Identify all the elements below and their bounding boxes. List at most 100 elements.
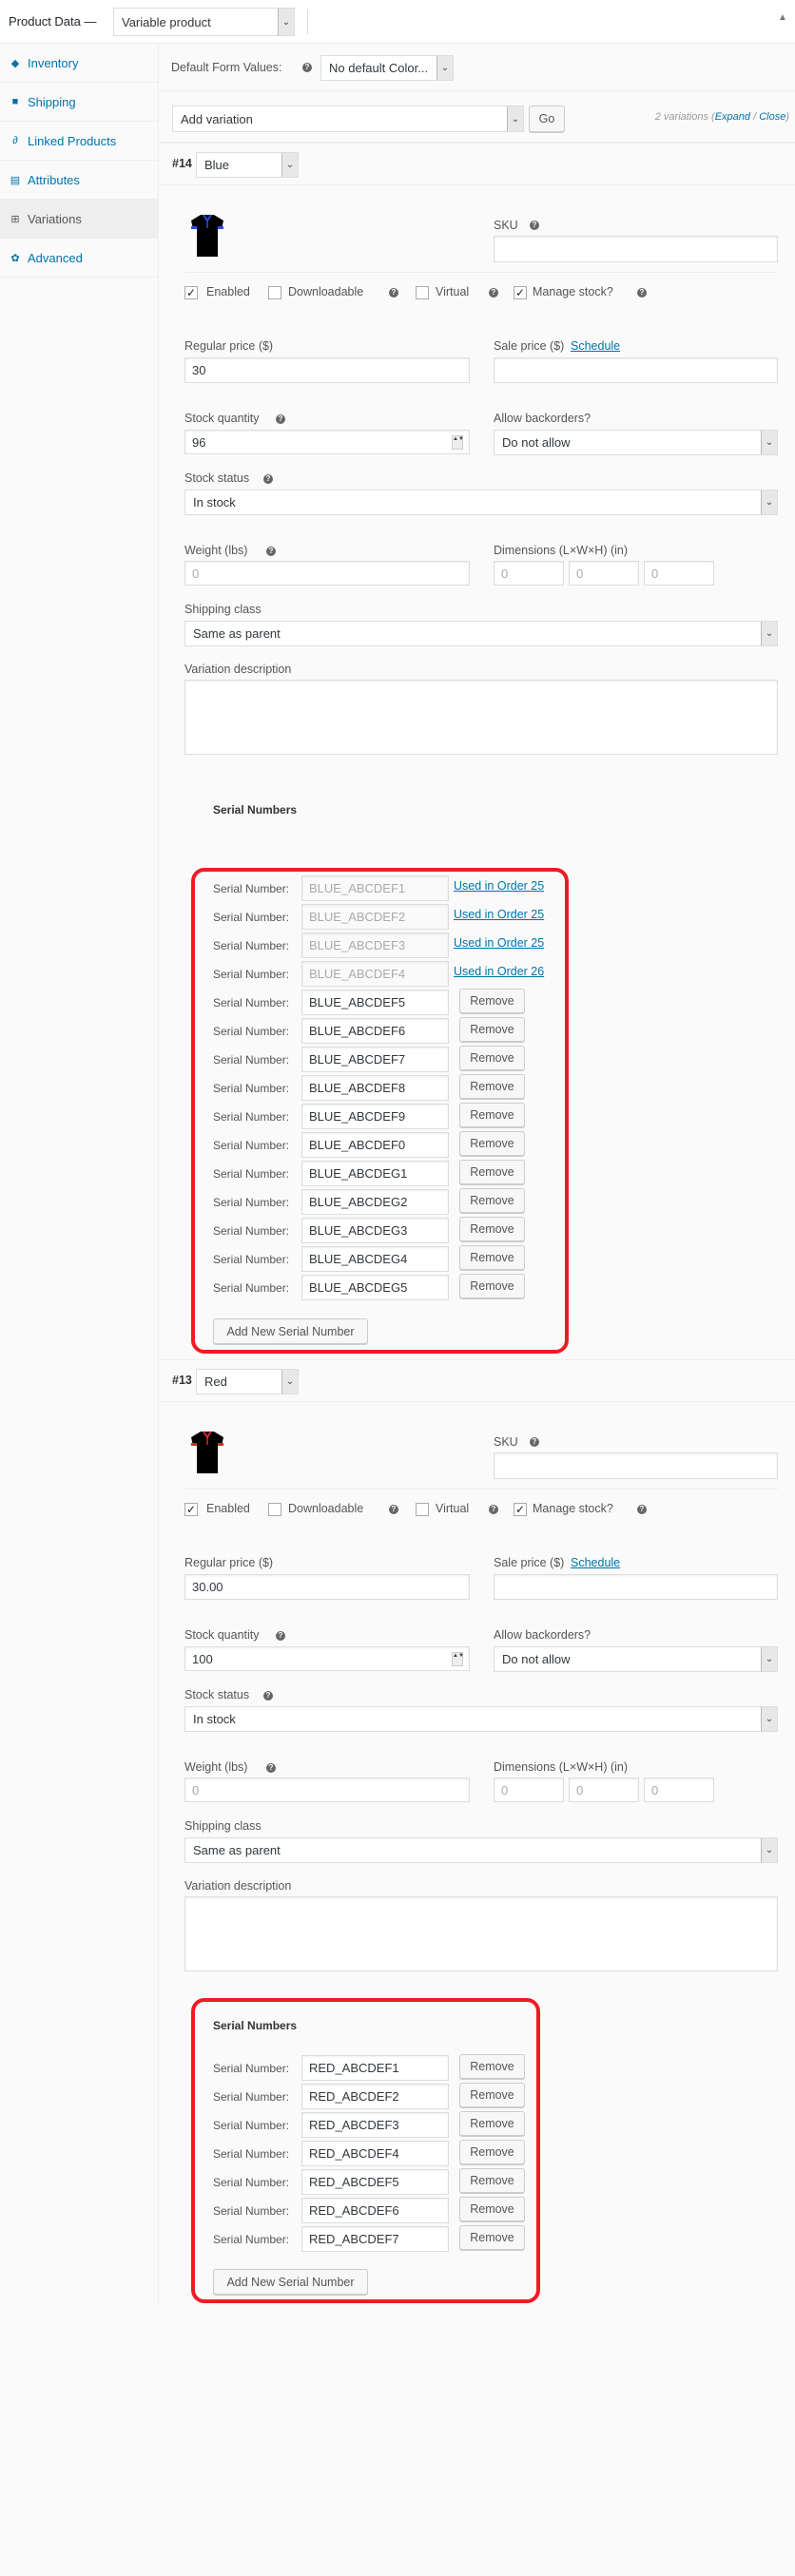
sale-price-input[interactable] [494,1574,778,1600]
used-in-order-link[interactable]: Used in Order 25 [454,936,544,950]
serial-number-input[interactable]: RED_ABCDEF5 [301,2169,449,2195]
variation-image[interactable] [188,213,226,259]
dimension-input[interactable]: 0 [569,561,639,586]
close-link[interactable]: Close [759,111,785,123]
serial-number-input[interactable]: RED_ABCDEF6 [301,2198,449,2223]
remove-serial-button[interactable]: Remove [459,1046,525,1070]
weight-input[interactable]: 0 [184,561,470,586]
schedule-link[interactable]: Schedule [571,1556,620,1569]
sale-price-input[interactable] [494,357,778,383]
enabled-checkbox[interactable]: ✓ [184,1503,198,1516]
help-icon[interactable]: ? [530,1437,539,1447]
help-icon[interactable]: ? [637,1505,647,1514]
remove-serial-button[interactable]: Remove [459,1160,525,1184]
help-icon[interactable]: ? [389,288,398,298]
help-icon[interactable]: ? [263,1691,273,1701]
used-in-order-link[interactable]: Used in Order 25 [454,879,544,893]
serial-number-input[interactable]: BLUE_ABCDEG2 [301,1189,449,1215]
sidebar-item-attributes[interactable]: ▤ Attributes [0,161,158,200]
stock-status-select[interactable]: In stock ⌄ [184,1706,778,1732]
dimension-input[interactable]: 0 [494,561,564,586]
remove-serial-button[interactable]: Remove [459,1245,525,1270]
serial-number-input[interactable]: BLUE_ABCDEF5 [301,990,449,1015]
serial-number-input[interactable]: BLUE_ABCDEF2 [301,904,449,930]
schedule-link[interactable]: Schedule [571,339,620,353]
add-variation-select[interactable]: Add variation ⌄ [172,106,524,132]
serial-number-input[interactable]: RED_ABCDEF1 [301,2055,449,2081]
enabled-checkbox[interactable]: ✓ [184,286,198,299]
help-icon[interactable]: ? [276,414,285,424]
add-new-serial-button[interactable]: Add New Serial Number [213,1318,368,1344]
variation-image[interactable] [188,1430,226,1475]
virtual-checkbox[interactable] [416,286,429,299]
serial-number-input[interactable]: BLUE_ABCDEF1 [301,875,449,901]
sku-input[interactable] [494,236,778,262]
used-in-order-link[interactable]: Used in Order 26 [454,965,544,978]
serial-number-input[interactable]: BLUE_ABCDEF6 [301,1018,449,1044]
serial-number-input[interactable]: RED_ABCDEF7 [301,2226,449,2252]
dimension-input[interactable]: 0 [569,1778,639,1802]
weight-input[interactable]: 0 [184,1778,470,1802]
remove-serial-button[interactable]: Remove [459,1131,525,1156]
help-icon[interactable]: ? [530,221,539,230]
serial-number-input[interactable]: BLUE_ABCDEF4 [301,961,449,987]
help-icon[interactable]: ? [266,547,276,556]
remove-serial-button[interactable]: Remove [459,1103,525,1127]
serial-number-input[interactable]: BLUE_ABCDEF9 [301,1104,449,1129]
sidebar-item-shipping[interactable]: ■ Shipping [0,83,158,122]
remove-serial-button[interactable]: Remove [459,2054,525,2079]
default-color-select[interactable]: No default Color... ⌄ [320,55,454,81]
sku-input[interactable] [494,1452,778,1479]
downloadable-checkbox[interactable] [268,1503,281,1516]
serial-number-input[interactable]: BLUE_ABCDEG1 [301,1161,449,1186]
manage-stock-checkbox[interactable]: ✓ [514,1503,527,1516]
regular-price-input[interactable]: 30 [184,357,470,383]
dimension-input[interactable]: 0 [644,1778,714,1802]
remove-serial-button[interactable]: Remove [459,2168,525,2193]
help-icon[interactable]: ? [276,1631,285,1641]
description-textarea[interactable] [184,1896,778,1971]
shipping-class-select[interactable]: Same as parent ⌄ [184,1837,778,1863]
virtual-checkbox[interactable] [416,1503,429,1516]
remove-serial-button[interactable]: Remove [459,2111,525,2136]
remove-serial-button[interactable]: Remove [459,1074,525,1099]
serial-number-input[interactable]: RED_ABCDEF4 [301,2141,449,2166]
backorders-select[interactable]: Do not allow ⌄ [494,430,778,455]
add-new-serial-button[interactable]: Add New Serial Number [213,2269,368,2295]
serial-number-input[interactable]: BLUE_ABCDEG4 [301,1246,449,1272]
product-type-select[interactable]: Variable product ⌄ [113,8,295,36]
remove-serial-button[interactable]: Remove [459,1217,525,1241]
variation-attribute-select[interactable]: Red ⌄ [196,1369,299,1394]
used-in-order-link[interactable]: Used in Order 25 [454,908,544,921]
sidebar-item-variations[interactable]: ⊞ Variations [0,200,158,239]
remove-serial-button[interactable]: Remove [459,2225,525,2250]
expand-link[interactable]: Expand [715,111,750,123]
dimension-input[interactable]: 0 [644,561,714,586]
go-button[interactable]: Go [529,106,565,132]
help-icon[interactable]: ? [489,1505,498,1514]
serial-number-input[interactable]: BLUE_ABCDEF8 [301,1075,449,1101]
shipping-class-select[interactable]: Same as parent ⌄ [184,621,778,646]
help-icon[interactable]: ? [302,63,312,72]
spinner-icon[interactable]: ▲▼ [452,435,464,450]
description-textarea[interactable] [184,680,778,755]
serial-number-input[interactable]: BLUE_ABCDEF3 [301,932,449,958]
regular-price-input[interactable]: 30.00 [184,1574,470,1600]
help-icon[interactable]: ? [489,288,498,298]
help-icon[interactable]: ? [389,1505,398,1514]
manage-stock-checkbox[interactable]: ✓ [514,286,527,299]
remove-serial-button[interactable]: Remove [459,2197,525,2221]
remove-serial-button[interactable]: Remove [459,2140,525,2164]
remove-serial-button[interactable]: Remove [459,2083,525,2107]
sidebar-item-inventory[interactable]: ◆ Inventory [0,44,158,83]
stock-quantity-input[interactable]: 100 ▲▼ [184,1646,470,1671]
stock-quantity-input[interactable]: 96 ▲▼ [184,430,470,454]
remove-serial-button[interactable]: Remove [459,1274,525,1298]
serial-number-input[interactable]: BLUE_ABCDEF7 [301,1047,449,1072]
sidebar-item-linked-products[interactable]: ∂ Linked Products [0,122,158,161]
stock-status-select[interactable]: In stock ⌄ [184,490,778,515]
help-icon[interactable]: ? [637,288,647,298]
help-icon[interactable]: ? [263,474,273,484]
dimension-input[interactable]: 0 [494,1778,564,1802]
triangle-up-icon[interactable]: ▲ [778,12,787,23]
